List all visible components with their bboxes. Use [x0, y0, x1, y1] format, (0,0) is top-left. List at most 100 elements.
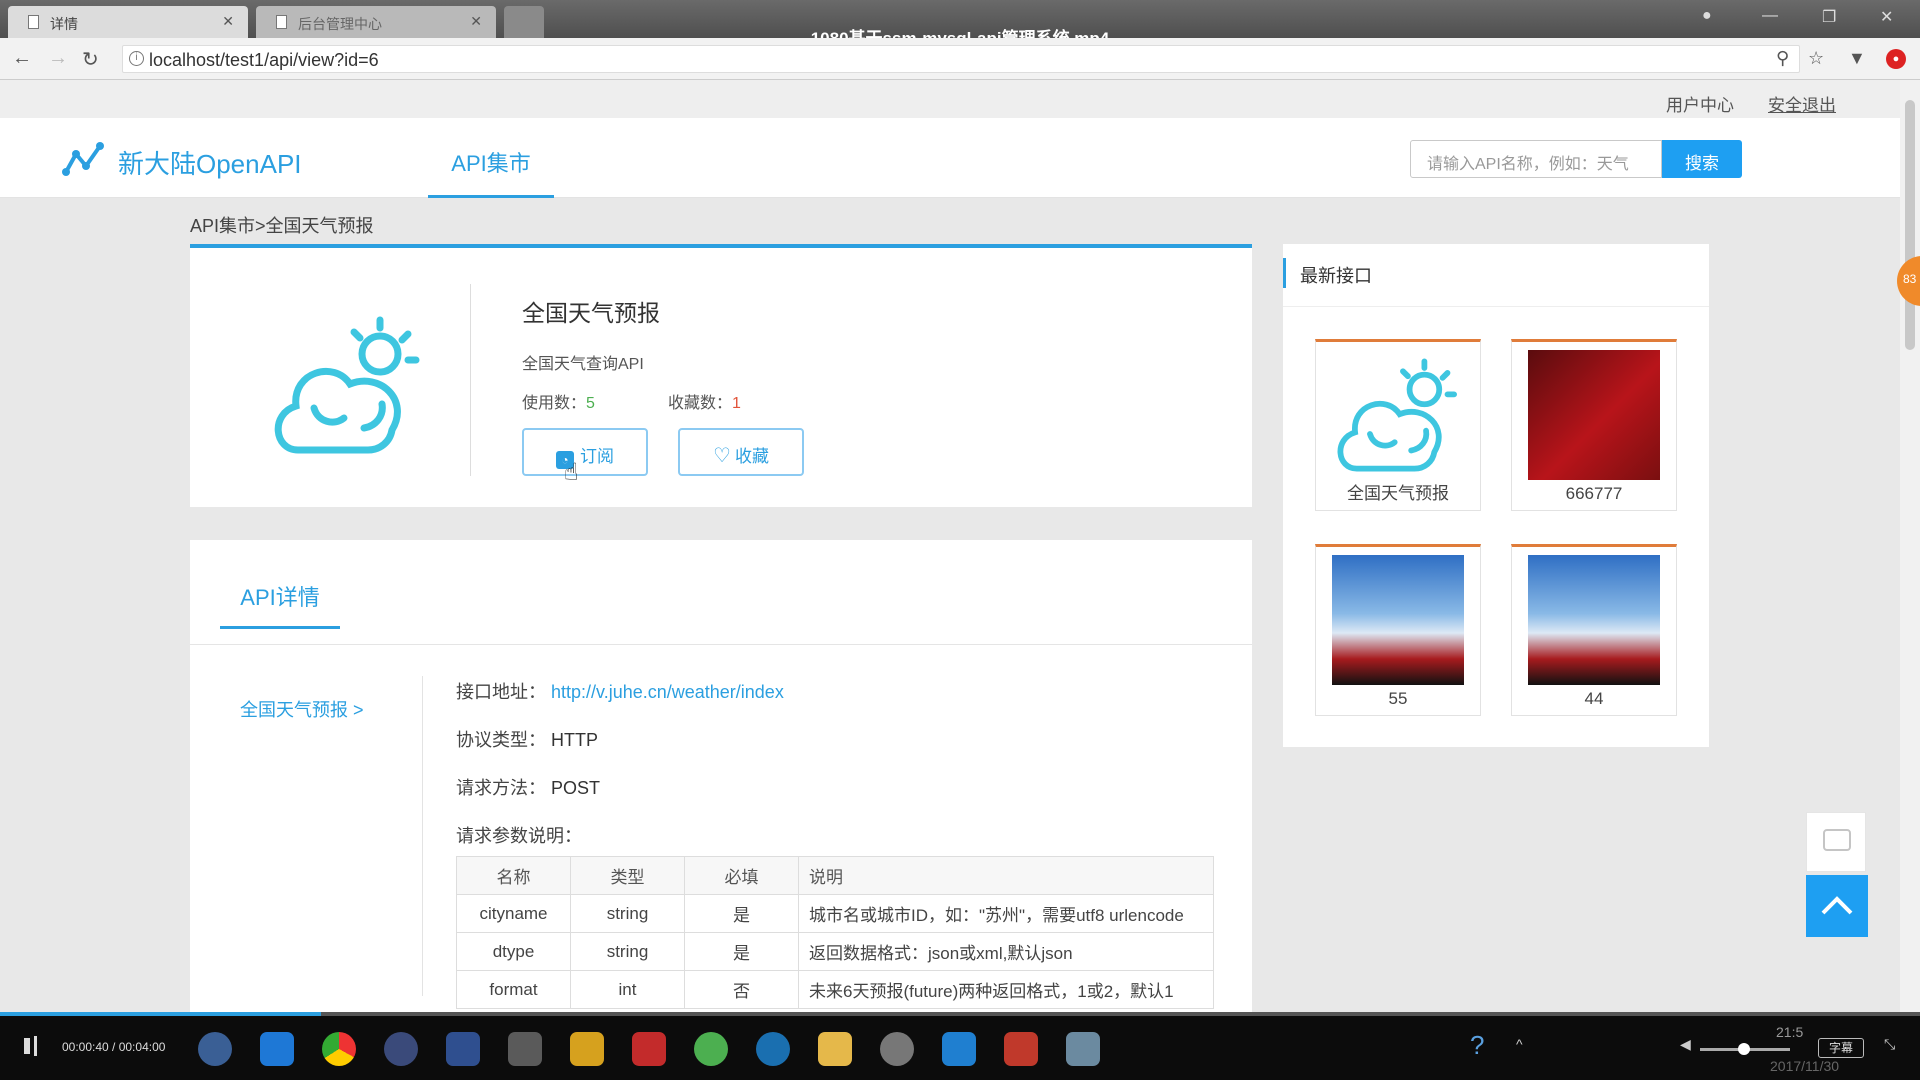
bookmark-star-icon[interactable]: ☆ — [1808, 48, 1824, 69]
app-icon[interactable] — [1066, 1032, 1100, 1066]
app-icon[interactable] — [384, 1032, 418, 1066]
subscribe-label: 订阅 — [580, 447, 614, 466]
endpoint-link[interactable]: http://v.juhe.cn/weather/index — [551, 682, 784, 702]
favorite-button-label: 收藏 — [734, 447, 769, 466]
logo-icon[interactable] — [62, 140, 106, 178]
chrome-icon[interactable] — [322, 1032, 356, 1066]
zoom-icon[interactable]: ⚲ — [1776, 48, 1789, 69]
play-pause-icon[interactable] — [22, 1034, 46, 1058]
table-header-row: 名称 类型 必填 说明 — [456, 856, 1214, 895]
usage-stat: 使用数：5 — [522, 389, 595, 413]
latest-apis-title: 最新接口 — [1283, 258, 1372, 288]
latest-api-card[interactable]: 55 — [1315, 544, 1481, 716]
extension-icon[interactable]: ▼ — [1848, 48, 1866, 69]
protocol-value: HTTP — [551, 730, 599, 750]
subscribe-button[interactable]: ◔ 订阅 — [522, 428, 648, 476]
volume-icon[interactable]: ◀ — [1680, 1036, 1691, 1053]
table-row: cityname string 是 城市名或城市ID，如："苏州"，需要utf8… — [456, 894, 1214, 933]
logo-text[interactable]: 新大陆OpenAPI — [118, 144, 302, 181]
method-label: 请求方法： — [456, 778, 546, 798]
forward-icon[interactable]: → — [48, 47, 68, 70]
app-icon[interactable] — [446, 1032, 480, 1066]
latest-api-card[interactable]: 666777 — [1511, 339, 1677, 511]
param-required: 否 — [684, 970, 799, 1009]
api-summary-card: 全国天气预报 全国天气查询API 使用数：5 收藏数：1 ◔ 订阅 ♡ 收藏 — [190, 244, 1252, 507]
volume-slider[interactable] — [1700, 1043, 1790, 1055]
latest-api-card[interactable]: 44 — [1511, 544, 1677, 716]
back-to-top-button[interactable] — [1806, 875, 1868, 937]
poster-image — [1332, 555, 1464, 685]
table-row: format int 否 未来6天预报(future)两种返回格式，1或2，默认… — [456, 970, 1214, 1009]
tab-api-detail[interactable]: API详情 — [220, 580, 340, 629]
latest-apis-panel: 最新接口 全国天气预报 666777 55 44 — [1283, 244, 1709, 747]
folder-icon[interactable] — [818, 1032, 852, 1066]
weather-icon — [274, 316, 420, 454]
search-input[interactable]: 请输入API名称，例如：天气 — [1410, 140, 1662, 178]
favorite-count: 1 — [732, 395, 741, 412]
back-icon[interactable]: ← — [12, 47, 32, 70]
close-window-icon[interactable]: ✕ — [1880, 7, 1893, 27]
side-link-weather[interactable]: 全国天气预报 > — [240, 696, 364, 722]
search-button[interactable]: 搜索 — [1662, 140, 1742, 178]
app-icon[interactable] — [508, 1032, 542, 1066]
restore-icon[interactable]: ❐ — [1822, 7, 1836, 27]
logout-link[interactable]: 安全退出 — [1768, 91, 1836, 116]
address-bar: ← → ↻ i localhost/test1/api/view?id=6 ⚲ … — [0, 38, 1920, 80]
url-field[interactable]: i localhost/test1/api/view?id=6 — [122, 45, 1800, 73]
adblock-icon[interactable]: ● — [1886, 49, 1906, 69]
reload-icon[interactable]: ↻ — [82, 47, 99, 72]
summary-divider — [470, 284, 471, 476]
app-icon[interactable] — [198, 1032, 232, 1066]
user-center-link[interactable]: 用户中心 — [1666, 91, 1734, 116]
api-detail-card: API详情 全国天气预报 > 接口地址： http://v.juhe.cn/we… — [190, 540, 1252, 1020]
latest-api-caption: 44 — [1584, 689, 1604, 708]
weather-icon — [1337, 358, 1457, 472]
method-value: POST — [551, 778, 601, 798]
page-scrollbar[interactable] — [1900, 80, 1920, 1020]
date: 2017/11/30 — [1770, 1058, 1840, 1074]
app-icon[interactable] — [694, 1032, 728, 1066]
latest-api-caption: 全国天气预报 — [1347, 484, 1449, 503]
app-icon[interactable] — [880, 1032, 914, 1066]
param-required: 是 — [684, 894, 799, 933]
chat-icon — [1823, 829, 1851, 851]
protocol-field: 协议类型： HTTP — [456, 726, 598, 752]
app-icon[interactable] — [632, 1032, 666, 1066]
poster-image — [1528, 350, 1660, 480]
app-icon[interactable] — [570, 1032, 604, 1066]
breadcrumb: API集市>全国天气预报 — [190, 216, 374, 236]
volume-knob[interactable] — [1738, 1043, 1750, 1055]
feedback-button[interactable] — [1806, 812, 1866, 872]
params-heading: 请求参数说明： — [456, 826, 582, 846]
params-table: 名称 类型 必填 说明 cityname string 是 城市名或城市ID，如… — [456, 856, 1214, 1009]
param-name: dtype — [456, 932, 571, 971]
app-icon[interactable] — [756, 1032, 790, 1066]
help-icon[interactable]: ? — [1470, 1030, 1484, 1061]
param-desc: 未来6天预报(future)两种返回格式，1或2，默认1 — [798, 970, 1214, 1009]
profile-icon[interactable]: ● — [1702, 7, 1712, 25]
chevron-up-icon[interactable]: ^ — [1516, 1036, 1523, 1052]
protocol-label: 协议类型： — [456, 730, 546, 750]
word-icon[interactable] — [942, 1032, 976, 1066]
app-icon[interactable] — [1004, 1032, 1038, 1066]
edge-icon[interactable] — [260, 1032, 294, 1066]
fullscreen-icon[interactable]: ⤡ — [1884, 1036, 1895, 1053]
favorite-button[interactable]: ♡ 收藏 — [678, 428, 804, 476]
info-icon[interactable]: i — [129, 51, 144, 66]
param-type: string — [570, 932, 685, 971]
latest-api-card[interactable]: 全国天气预报 — [1315, 339, 1481, 511]
title-divider — [1283, 306, 1709, 307]
user-bar: 用户中心 安全退出 — [0, 80, 1900, 118]
scrollbar-thumb[interactable] — [1905, 100, 1915, 350]
minimize-icon[interactable]: — — [1762, 7, 1778, 25]
latest-api-caption: 55 — [1388, 689, 1408, 708]
endpoint-field: 接口地址： http://v.juhe.cn/weather/index — [456, 678, 784, 704]
endpoint-label: 接口地址： — [456, 682, 546, 702]
usage-label: 使用数： — [522, 395, 587, 412]
param-required: 是 — [684, 932, 799, 971]
subtitle-button[interactable]: 字幕 — [1818, 1038, 1864, 1058]
param-type: string — [570, 894, 685, 933]
favorite-label: 收藏数： — [668, 395, 733, 412]
column-header: 类型 — [570, 856, 685, 895]
nav-tab-api-market[interactable]: API集市 — [428, 118, 554, 198]
